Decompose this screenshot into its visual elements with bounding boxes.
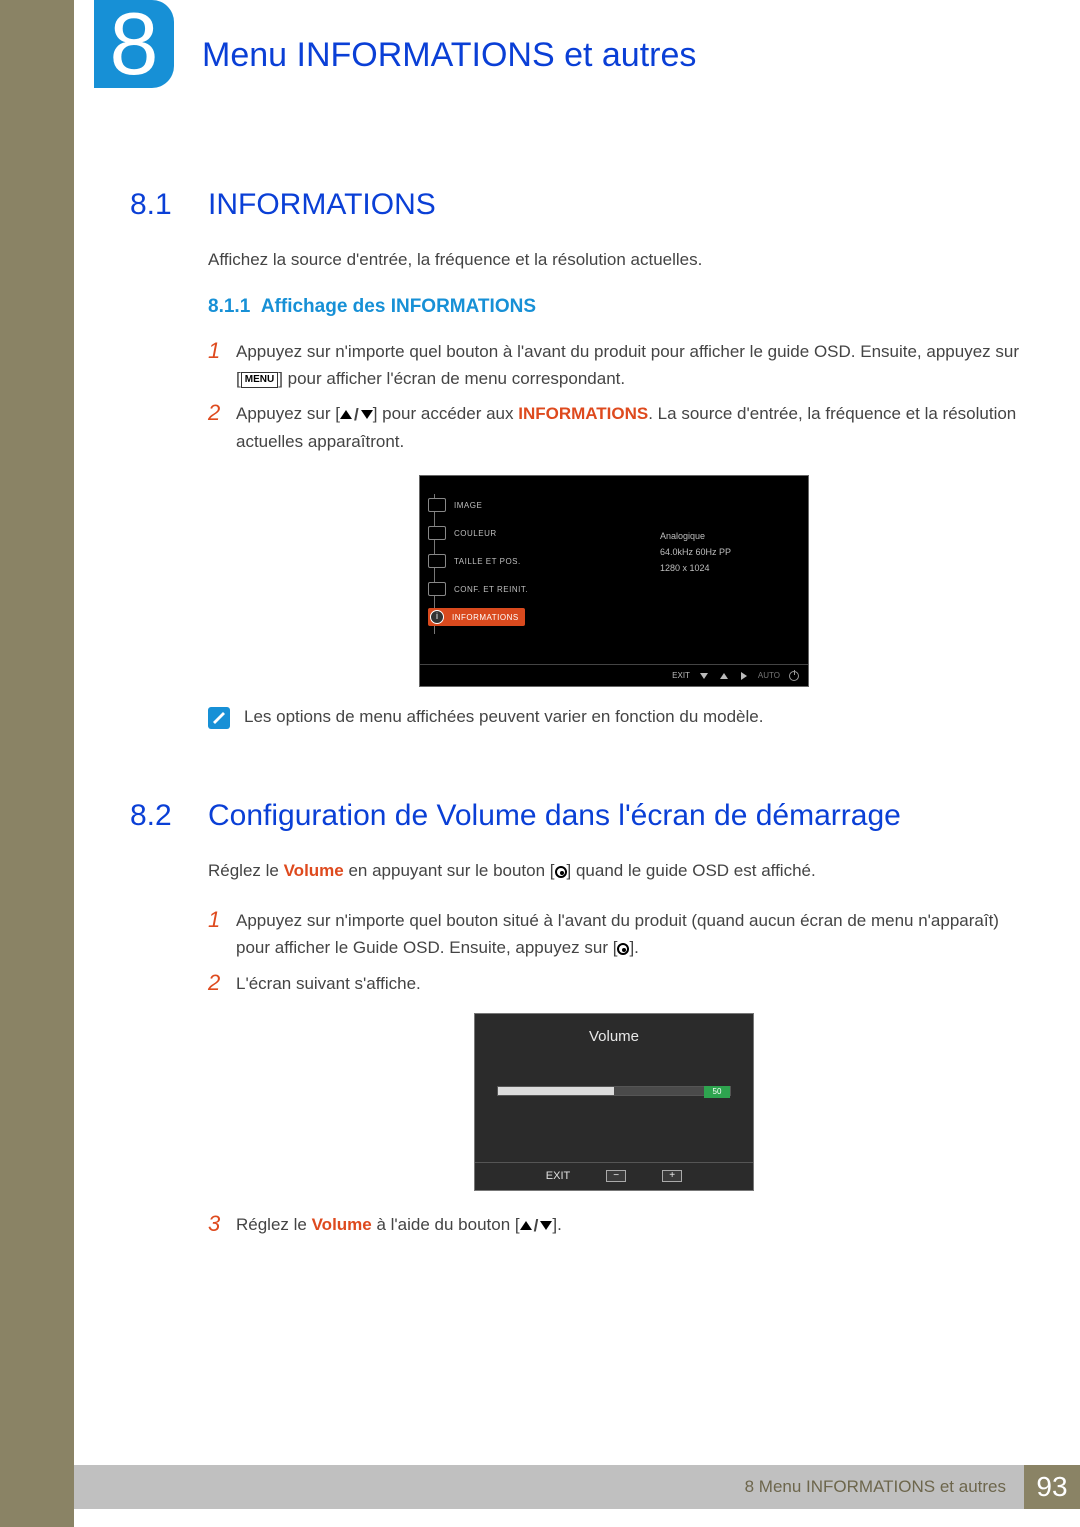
up-down-icon: / xyxy=(340,401,373,428)
step-number: 2 xyxy=(208,400,236,455)
step-text: Appuyez sur n'importe quel bouton à l'av… xyxy=(236,338,1020,392)
step-text: Appuyez sur [/] pour accéder aux INFORMA… xyxy=(236,400,1020,455)
size-icon xyxy=(428,554,446,568)
osd-info-line: 64.0kHz 60Hz PP xyxy=(660,544,731,560)
page-footer: 8 Menu INFORMATIONS et autres 93 xyxy=(74,1465,1080,1509)
text-fragment: Appuyez sur [ xyxy=(236,404,340,423)
step-row: 2 L'écran suivant s'affiche. xyxy=(208,970,1020,997)
text-fragment: Réglez le xyxy=(236,1215,312,1234)
note-row: Les options de menu affichées peuvent va… xyxy=(208,707,1020,729)
plus-button-icon: + xyxy=(662,1170,682,1182)
power-icon xyxy=(788,670,800,682)
step-row: 1 Appuyez sur n'importe quel bouton situ… xyxy=(208,907,1020,961)
osd-figure-informations: IMAGE COULEUR TAILLE ET POS. CONF. ET RE… xyxy=(208,475,1020,687)
text-fragment: en appuyant sur le bouton [ xyxy=(344,861,555,880)
volume-value: 50 xyxy=(704,1086,730,1098)
subsection-heading: 8.1.1 Affichage des INFORMATIONS xyxy=(208,296,1020,318)
osd-bottom-bar: EXIT − + xyxy=(475,1162,753,1190)
osd-volume-screen: Volume 50 EXIT − + xyxy=(474,1013,754,1191)
section-title: INFORMATIONS xyxy=(208,188,436,222)
section-heading: 8.2 Configuration de Volume dans l'écran… xyxy=(130,799,1020,833)
step-row: 2 Appuyez sur [/] pour accéder aux INFOR… xyxy=(208,400,1020,455)
sidebar-stripe xyxy=(0,0,74,1527)
section-intro: Réglez le Volume en appuyant sur le bout… xyxy=(208,859,1020,883)
step-text: L'écran suivant s'affiche. xyxy=(236,970,1020,997)
footer-bar: 8 Menu INFORMATIONS et autres xyxy=(74,1465,1024,1509)
osd-menu-item: TAILLE ET POS. xyxy=(428,552,521,570)
subsection-title: Affichage des INFORMATIONS xyxy=(261,296,536,317)
volume-bar-fill xyxy=(498,1087,614,1095)
volume-bar-area: 50 xyxy=(497,1086,731,1096)
osd-info-line: 1280 x 1024 xyxy=(660,560,731,576)
osd-menu-item-active: INFORMATIONS xyxy=(428,608,525,626)
section-title: Configuration de Volume dans l'écran de … xyxy=(208,799,901,833)
note-icon xyxy=(208,707,230,729)
up-down-icon: / xyxy=(520,1212,553,1239)
circle-button-icon xyxy=(555,866,567,878)
text-fragment: ] quand le guide OSD est affiché. xyxy=(567,861,816,880)
chapter-header: 8 Menu INFORMATIONS et autres xyxy=(74,0,1080,88)
text-fragment: ]. xyxy=(552,1215,561,1234)
note-text: Les options de menu affichées peuvent va… xyxy=(244,707,763,727)
content-area: 8.1 INFORMATIONS Affichez la source d'en… xyxy=(130,188,1020,1239)
text-fragment: Réglez le xyxy=(208,861,284,880)
osd-exit-label: EXIT xyxy=(546,1170,570,1182)
osd-menu-item: CONF. ET REINIT. xyxy=(428,580,528,598)
page-content: 8 Menu INFORMATIONS et autres 8.1 INFORM… xyxy=(74,0,1080,1527)
osd-menu-label: COULEUR xyxy=(454,529,497,538)
osd-exit-label: EXIT xyxy=(672,671,690,680)
down-arrow-icon xyxy=(698,670,710,682)
chapter-title: Menu INFORMATIONS et autres xyxy=(202,36,696,75)
osd-info-line: Analogique xyxy=(660,528,731,544)
minus-button-icon: − xyxy=(606,1170,626,1182)
step-text: Réglez le Volume à l'aide du bouton [/]. xyxy=(236,1211,1020,1239)
section-number: 8.2 xyxy=(130,799,208,833)
osd-volume-title: Volume xyxy=(475,1014,753,1045)
chapter-number-tab: 8 xyxy=(94,0,174,88)
highlight-text: Volume xyxy=(312,1215,372,1234)
osd-figure-volume: Volume 50 EXIT − + xyxy=(208,1013,1020,1191)
right-arrow-icon xyxy=(738,670,750,682)
step-number: 1 xyxy=(208,338,236,392)
step-row: 1 Appuyez sur n'importe quel bouton à l'… xyxy=(208,338,1020,392)
highlight-text: Volume xyxy=(284,861,344,880)
osd-menu-label: TAILLE ET POS. xyxy=(454,557,521,566)
up-arrow-icon xyxy=(718,670,730,682)
settings-icon xyxy=(428,582,446,596)
section-intro: Affichez la source d'entrée, la fréquenc… xyxy=(208,248,1020,272)
section-number: 8.1 xyxy=(130,188,208,222)
footer-label: 8 Menu INFORMATIONS et autres xyxy=(745,1477,1006,1497)
volume-bar: 50 xyxy=(497,1086,731,1096)
subsection-number: 8.1.1 xyxy=(208,296,250,317)
chapter-number: 8 xyxy=(94,0,174,88)
step-row: 3 Réglez le Volume à l'aide du bouton [/… xyxy=(208,1211,1020,1239)
osd-auto-label: AUTO xyxy=(758,671,780,680)
text-fragment: ] pour afficher l'écran de menu correspo… xyxy=(278,369,625,388)
osd-info-panel: Analogique 64.0kHz 60Hz PP 1280 x 1024 xyxy=(660,528,731,576)
menu-key-icon: MENU xyxy=(241,372,278,388)
step-number: 1 xyxy=(208,907,236,961)
info-icon xyxy=(430,610,444,624)
osd-bottom-bar: EXIT AUTO xyxy=(420,664,808,686)
page-number: 93 xyxy=(1024,1465,1080,1509)
step-text: Appuyez sur n'importe quel bouton situé … xyxy=(236,907,1020,961)
text-fragment: ] pour accéder aux xyxy=(373,404,519,423)
highlight-text: INFORMATIONS xyxy=(518,404,648,423)
step-number: 2 xyxy=(208,970,236,997)
osd-menu-label: IMAGE xyxy=(454,501,482,510)
osd-menu-label: CONF. ET REINIT. xyxy=(454,585,528,594)
color-icon xyxy=(428,526,446,540)
osd-screen: IMAGE COULEUR TAILLE ET POS. CONF. ET RE… xyxy=(419,475,809,687)
osd-menu-label: INFORMATIONS xyxy=(452,613,519,622)
step-number: 3 xyxy=(208,1211,236,1239)
text-fragment: à l'aide du bouton [ xyxy=(372,1215,520,1234)
text-fragment: ]. xyxy=(629,938,638,957)
image-icon xyxy=(428,498,446,512)
section-heading: 8.1 INFORMATIONS xyxy=(130,188,1020,222)
circle-button-icon xyxy=(617,943,629,955)
osd-menu-item: IMAGE xyxy=(428,496,482,514)
osd-menu-item: COULEUR xyxy=(428,524,497,542)
